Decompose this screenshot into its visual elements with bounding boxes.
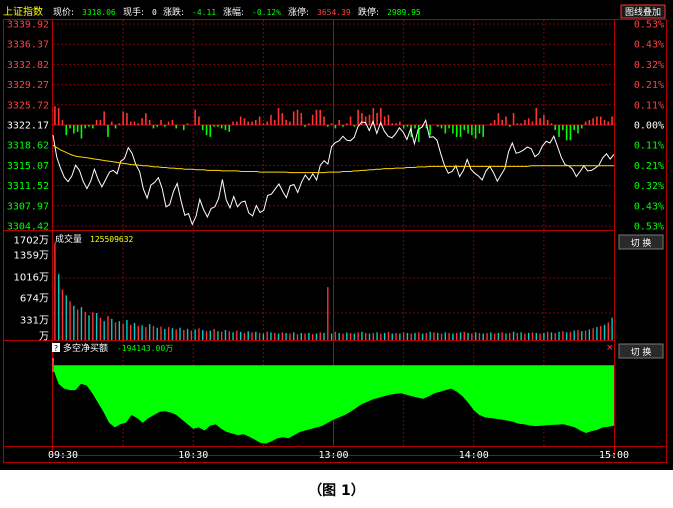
percent-tick-label: 0.11% (634, 100, 664, 111)
header-field-label: 涨幅: (223, 6, 244, 18)
price-tick-label: 3329.27 (7, 80, 49, 91)
price-tick-label: 3304.42 (7, 222, 49, 233)
time-tick-label: 09:30 (48, 450, 78, 461)
header-field-label: 涨跌: (163, 7, 184, 18)
intraday-chart: 上证指数 现价: 3318.06 现手: 0 涨跌: -4.11 涨幅: -0.12% 涨停: 3… (0, 0, 673, 470)
volume-total: 125509632 (90, 235, 134, 244)
percent-tick-label: 0.21% (634, 161, 664, 172)
header-field-value: -0.12% (252, 8, 281, 17)
percent-tick-label: 0.43% (634, 201, 664, 212)
percent-tick-label: 0.43% (634, 40, 664, 51)
netbuy-title: 多空净买额 (63, 342, 108, 354)
header-field-value: -4.11 (192, 8, 216, 17)
volume-tick-label: 1359万 (14, 251, 49, 262)
overlay-button[interactable]: 图线叠加 (625, 6, 661, 18)
price-tick-label: 3311.52 (7, 181, 49, 192)
netbuy-help-badge[interactable]: ? (54, 344, 58, 353)
netbuy-close-icon[interactable]: × (606, 343, 614, 353)
netbuy-value: -194143.00万 (117, 344, 173, 353)
percent-tick-label: 0.00% (634, 121, 664, 132)
header-field-value: 3318.06 (82, 8, 116, 17)
time-tick-label: 14:00 (459, 450, 489, 461)
volume-tick-label: 万 (39, 332, 49, 343)
price-tick-label: 3336.37 (7, 40, 49, 51)
time-tick-label: 15:00 (599, 450, 629, 461)
volume-tick-label: 1702万 (14, 236, 49, 247)
volume-tick-label: 674万 (20, 294, 49, 305)
percent-tick-label: 0.32% (634, 60, 664, 71)
figure-caption: （图 1） (308, 483, 365, 499)
percent-tick-label: 0.53% (634, 20, 664, 31)
percent-tick-label: 0.32% (634, 181, 664, 192)
volume-tick-label: 331万 (20, 316, 49, 327)
netbuy-switch-button[interactable]: 切 换 (631, 346, 652, 358)
header-field-label: 现手: (123, 6, 144, 18)
header-field-value: 0 (152, 8, 157, 17)
price-tick-label: 3307.97 (7, 201, 49, 212)
volume-title: 成交量 (55, 233, 82, 245)
price-tick-label: 3339.92 (7, 20, 49, 31)
volume-switch-button[interactable]: 切 换 (631, 237, 652, 249)
price-tick-label: 3318.62 (7, 141, 49, 152)
index-name: 上证指数 (3, 5, 43, 18)
price-tick-label: 3332.82 (7, 60, 49, 71)
price-tick-label: 3325.72 (7, 100, 49, 111)
header-field-label: 跌停: (358, 6, 379, 18)
volume-tick-label: 1016万 (14, 273, 49, 284)
header-field-label: 涨停: (288, 6, 309, 18)
percent-tick-label: 0.21% (634, 80, 664, 91)
header-field-value: 3654.39 (317, 8, 351, 17)
time-tick-label: 10:30 (178, 450, 208, 461)
header-field-label: 现价: (53, 7, 74, 18)
header-fields: 现价: 3318.06 现手: 0 涨跌: -4.11 涨幅: -0.12% 涨停: 3654.3… (53, 6, 421, 18)
price-tick-label: 3315.07 (7, 161, 49, 172)
percent-tick-label: 0.53% (634, 222, 664, 233)
percent-tick-label: 0.11% (634, 141, 664, 152)
price-tick-label: 3322.17 (7, 121, 49, 132)
time-tick-label: 13:00 (318, 450, 348, 461)
header-field-value: 2989.95 (387, 8, 421, 17)
